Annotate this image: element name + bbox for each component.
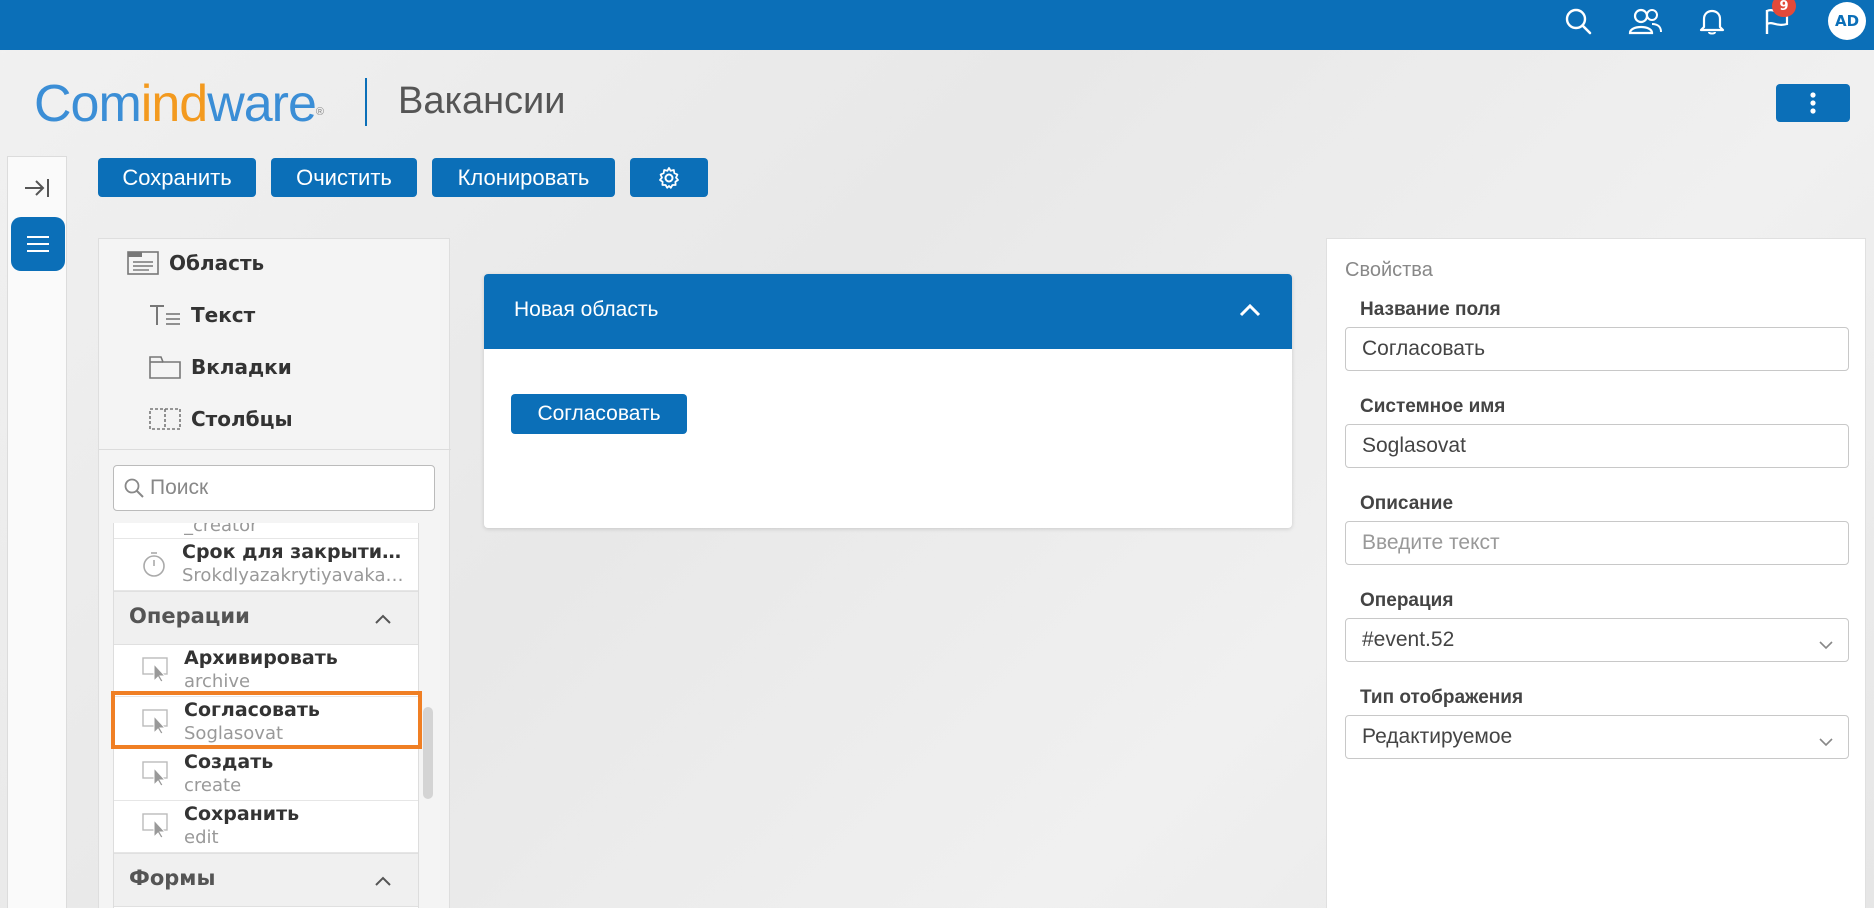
list-item-sub: archive xyxy=(184,671,251,692)
description-input[interactable]: Введите текст xyxy=(1345,521,1849,565)
columns-icon xyxy=(149,407,181,431)
notification-badge: 9 xyxy=(1772,0,1796,17)
component-tabs[interactable]: Вкладки xyxy=(149,355,292,379)
list-item[interactable]: Создать create xyxy=(114,749,418,801)
bell-icon[interactable] xyxy=(1692,0,1732,42)
settings-button[interactable] xyxy=(630,158,708,197)
cursor-icon xyxy=(142,761,170,791)
header-divider xyxy=(365,78,367,126)
gear-icon xyxy=(659,166,679,189)
cursor-icon xyxy=(142,813,170,843)
search-input[interactable] xyxy=(150,476,420,500)
group-header-forms[interactable]: Формы xyxy=(114,853,418,907)
list-item[interactable]: Архивировать archive xyxy=(114,645,418,697)
flag-icon[interactable]: 9 xyxy=(1757,0,1797,42)
avatar[interactable]: AD xyxy=(1828,2,1866,40)
display-type-select[interactable]: Редактируемое xyxy=(1345,715,1849,759)
menu-button[interactable] xyxy=(11,217,65,271)
chevron-down-icon xyxy=(1818,633,1834,657)
system-name-input[interactable]: Soglasovat xyxy=(1345,424,1849,468)
save-button[interactable]: Сохранить xyxy=(98,158,256,197)
more-menu-button[interactable] xyxy=(1776,84,1850,122)
group-title: Операции xyxy=(129,604,250,628)
page-title: Вакансии xyxy=(398,80,566,122)
field-name-input[interactable]: Согласовать xyxy=(1345,327,1849,371)
list-item-sub: Soglasovat xyxy=(184,723,284,744)
hamburger-icon xyxy=(27,236,49,252)
component-label: Столбцы xyxy=(191,407,293,431)
expand-panel-icon[interactable] xyxy=(22,175,52,205)
description-label: Описание xyxy=(1360,493,1454,514)
list-item[interactable]: Сохранить edit xyxy=(114,801,418,853)
properties-panel: Свойства Название поля Согласовать Систе… xyxy=(1326,238,1866,908)
comindware-logo: Comindware® xyxy=(34,75,324,133)
search-icon[interactable] xyxy=(1558,0,1598,42)
list-item-sub: Srokdlyazakrytiyavakansii xyxy=(182,565,407,586)
search-icon xyxy=(124,478,144,498)
properties-title: Свойства xyxy=(1345,259,1433,281)
clear-button[interactable]: Очистить xyxy=(271,158,417,197)
form-area-card[interactable]: Новая область Согласовать xyxy=(484,274,1292,528)
components-panel: Область Текст Вкладки Столбцы _creator xyxy=(98,238,451,908)
left-rail xyxy=(7,156,67,908)
clone-button[interactable]: Клонировать xyxy=(432,158,615,197)
list-item[interactable]: _creator xyxy=(114,523,418,539)
display-type-value: Редактируемое xyxy=(1362,725,1513,748)
components-list: _creator Срок для закрытия вакансии Srok… xyxy=(113,523,419,908)
component-text[interactable]: Текст xyxy=(149,303,255,327)
group-header-operations[interactable]: Операции xyxy=(114,591,418,645)
list-item-sub: create xyxy=(184,775,242,796)
list-item-sub: edit xyxy=(184,827,219,848)
operation-value: #event.52 xyxy=(1362,628,1455,651)
divider xyxy=(99,449,451,450)
field-name-label: Название поля xyxy=(1360,299,1501,320)
system-name-label: Системное имя xyxy=(1360,396,1506,417)
display-type-label: Тип отображения xyxy=(1360,687,1524,708)
component-area[interactable]: Область xyxy=(127,251,264,275)
component-label: Область xyxy=(169,251,265,275)
text-icon xyxy=(149,303,181,327)
area-icon xyxy=(127,251,159,275)
component-label: Вкладки xyxy=(191,355,292,379)
chevron-down-icon xyxy=(1818,730,1834,754)
cursor-icon xyxy=(142,657,170,687)
operation-label: Операция xyxy=(1360,590,1454,611)
timer-icon xyxy=(142,551,166,581)
area-title: Новая область xyxy=(514,298,659,321)
cursor-icon xyxy=(142,709,170,739)
chevron-up-icon[interactable] xyxy=(374,872,392,891)
chevron-up-icon[interactable] xyxy=(1238,302,1262,322)
list-item-title: Создать xyxy=(184,751,274,773)
component-columns[interactable]: Столбцы xyxy=(149,407,293,431)
list-item[interactable]: Согласовать Soglasovat xyxy=(114,697,418,749)
list-item-title: Сохранить xyxy=(184,803,300,825)
list-item-title: Архивировать xyxy=(184,647,338,669)
list-item[interactable]: Срок для закрытия вакансии Srokdlyazakry… xyxy=(114,539,418,591)
users-icon[interactable] xyxy=(1625,0,1665,42)
tabs-icon xyxy=(149,355,181,379)
scrollbar-thumb[interactable] xyxy=(423,707,433,799)
approve-action-button[interactable]: Согласовать xyxy=(511,394,687,434)
list-item-title: Срок для закрытия вакансии xyxy=(182,541,407,563)
list-item-title: Согласовать xyxy=(184,699,320,721)
kebab-icon xyxy=(1810,92,1816,114)
search-box[interactable] xyxy=(113,465,435,511)
component-label: Текст xyxy=(191,303,256,327)
operation-select[interactable]: #event.52 xyxy=(1345,618,1849,662)
chevron-up-icon[interactable] xyxy=(374,610,392,629)
top-bar: 9 AD xyxy=(0,0,1874,50)
group-title: Формы xyxy=(129,866,216,890)
